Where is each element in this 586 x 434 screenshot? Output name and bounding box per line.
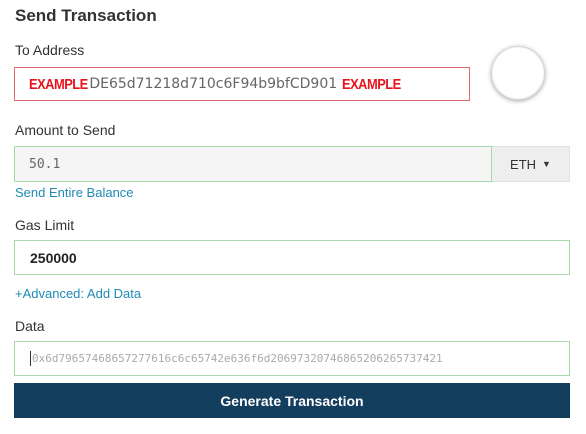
- send-transaction-panel: Send Transaction To Address EXAMPLE DE65…: [0, 0, 586, 434]
- currency-label: ETH: [510, 156, 537, 172]
- text-cursor: [30, 351, 31, 366]
- amount-label: Amount to Send: [15, 122, 116, 138]
- caret-down-icon: ▼: [542, 159, 551, 169]
- send-entire-balance-link[interactable]: Send Entire Balance: [15, 185, 134, 200]
- gas-limit-label: Gas Limit: [15, 217, 75, 233]
- example-watermark-prefix: EXAMPLE: [29, 75, 88, 93]
- amount-input-group: 50.1 ETH ▼: [14, 146, 570, 182]
- currency-dropdown-button[interactable]: ETH ▼: [492, 146, 570, 182]
- data-placeholder: 0x6d79657468657277616c6c65742e636f6d2069…: [32, 352, 443, 365]
- generate-transaction-button[interactable]: Generate Transaction: [14, 383, 570, 418]
- page-title: Send Transaction: [15, 6, 157, 25]
- to-address-label: To Address: [15, 42, 85, 58]
- to-address-value: DE65d71218d710c6F94b9bfCD901: [89, 76, 338, 92]
- address-identicon: [491, 46, 545, 100]
- amount-input[interactable]: 50.1: [14, 146, 492, 182]
- example-watermark-suffix: EXAMPLE: [342, 75, 401, 93]
- to-address-input[interactable]: EXAMPLE DE65d71218d710c6F94b9bfCD901 EXA…: [14, 67, 470, 101]
- data-label: Data: [15, 318, 45, 334]
- advanced-add-data-link[interactable]: +Advanced: Add Data: [15, 286, 141, 301]
- gas-limit-input[interactable]: 250000: [14, 240, 570, 275]
- data-input[interactable]: 0x6d79657468657277616c6c65742e636f6d2069…: [14, 341, 570, 376]
